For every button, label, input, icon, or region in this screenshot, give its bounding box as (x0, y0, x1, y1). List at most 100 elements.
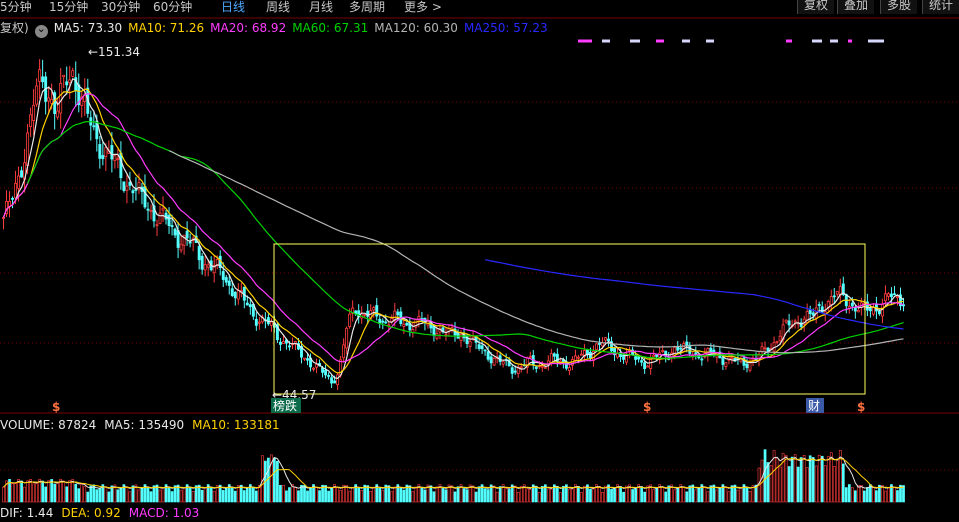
candle-body (519, 366, 523, 369)
volume-bar (191, 491, 195, 503)
ma-line (2, 88, 904, 374)
candle-body (492, 357, 496, 366)
candle-body (221, 271, 225, 280)
candle-body (661, 350, 665, 353)
candle-body (552, 353, 556, 357)
volume-bar (784, 455, 788, 503)
volume-bar (477, 486, 481, 503)
candle-body (122, 181, 126, 191)
candle-body (363, 313, 367, 316)
kline-chart[interactable]: ←151.34←44.57$ $ $榜跌财 (0, 0, 959, 522)
candle-body (760, 346, 764, 352)
volume-bar (107, 491, 111, 503)
volume-bar (793, 454, 797, 503)
candle-body (113, 155, 117, 162)
candle-body (483, 349, 487, 352)
volume-bar (441, 488, 445, 503)
volume-bar (592, 488, 595, 503)
volume-bar (887, 487, 890, 503)
volume-bar (766, 462, 770, 503)
candle-body (510, 367, 514, 374)
volume-bar (41, 480, 44, 503)
volume-bar (844, 487, 848, 503)
volume-bar (56, 483, 60, 503)
candle-body (607, 338, 610, 342)
volume-bar (610, 489, 613, 503)
volume-bar (826, 456, 830, 503)
volume-bar (188, 486, 192, 503)
volume-bar (631, 489, 634, 503)
volume-bar (369, 491, 373, 503)
candle-body (634, 356, 638, 360)
volume-bar (528, 488, 532, 503)
candle-body (528, 356, 532, 358)
candle-body (345, 327, 349, 349)
candle-body (540, 365, 544, 368)
volume-bar (706, 491, 710, 503)
volume-bar (580, 492, 583, 503)
volume-bar (137, 489, 141, 503)
candle-body (17, 175, 21, 189)
volume-bar (866, 487, 869, 503)
volume-bar (453, 491, 457, 503)
candle-body (278, 341, 282, 345)
candle-body (871, 307, 875, 315)
candle-body (811, 312, 815, 316)
volume-bar (537, 492, 541, 503)
candle-body (303, 357, 306, 360)
candle-body (745, 363, 749, 369)
volume-bar (896, 490, 899, 503)
volume-bar (516, 491, 520, 503)
volume-bar (429, 485, 433, 503)
volume-bar (14, 483, 17, 503)
volume-bar (863, 490, 866, 503)
candle-body (700, 358, 704, 361)
volume-bar (856, 484, 860, 503)
candle-body (486, 351, 490, 360)
volume-bar (294, 487, 297, 503)
volume-bar (697, 488, 701, 503)
volume-bar (306, 490, 309, 503)
candle-body (372, 307, 376, 311)
volume-bar (224, 487, 228, 503)
candle-body (384, 321, 388, 324)
candle-body (125, 185, 129, 191)
signal-tag: $ (643, 400, 651, 414)
volume-bar (167, 486, 171, 503)
volume-bar (26, 480, 29, 503)
candle-body (787, 320, 791, 326)
volume-bar (200, 489, 204, 503)
candle-body (375, 305, 379, 317)
candle-body (688, 344, 692, 354)
candle-body (245, 302, 249, 306)
volume-bar (850, 487, 854, 503)
volume-bar (233, 490, 237, 503)
candle-body (676, 346, 680, 351)
volume-bar (158, 489, 162, 503)
volume-bar (53, 483, 57, 503)
high-price-label: ←151.34 (88, 45, 140, 59)
candle-body (775, 340, 779, 343)
volume-bar (872, 487, 875, 503)
volume-bar (435, 486, 439, 503)
volume-bar (245, 487, 249, 503)
candle-body (721, 357, 725, 365)
candle-body (206, 264, 210, 268)
volume-bar (23, 486, 26, 503)
volume-bar (727, 491, 731, 503)
volume-bar (71, 479, 75, 503)
candle-body (679, 347, 683, 350)
volume-bar (820, 455, 824, 503)
volume-bar (303, 485, 306, 503)
candle-body (98, 144, 102, 159)
volume-bar (80, 484, 84, 503)
volume-bar (703, 486, 707, 503)
candle-body (230, 288, 234, 296)
candle-body (327, 374, 331, 377)
candle-body (877, 311, 881, 315)
volume-bar (351, 486, 355, 503)
volume-bar (366, 485, 370, 503)
candle-body (315, 364, 318, 368)
volume-bar (860, 485, 863, 503)
candle-body (396, 311, 400, 316)
